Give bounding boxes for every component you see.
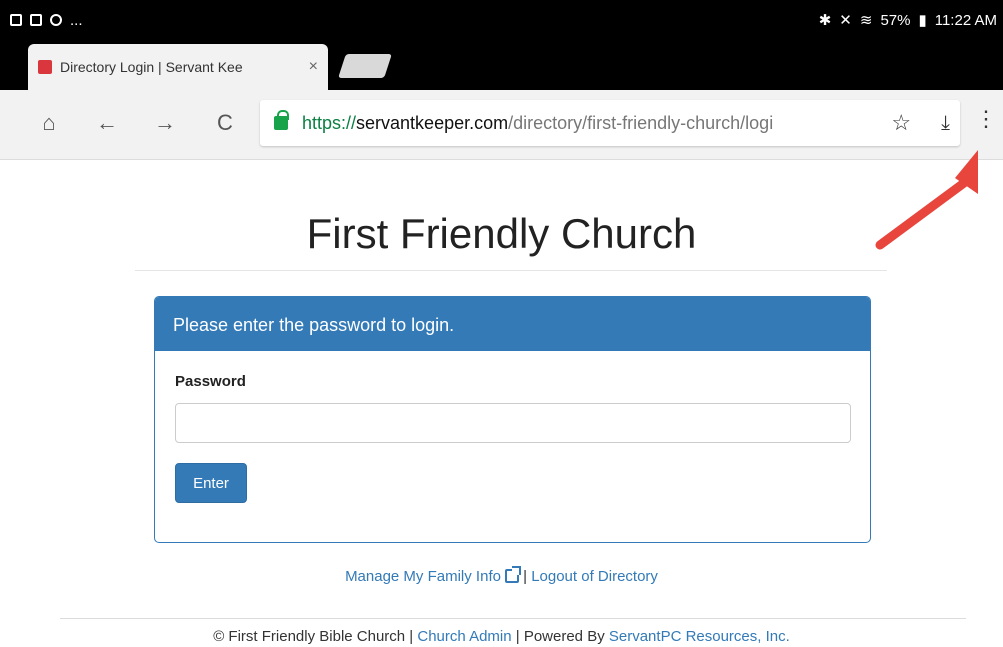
sync-icon <box>50 14 62 26</box>
bluetooth-icon: ✱ <box>818 12 832 29</box>
browser-toolbar: ⌂ ← → C https:// servantkeeper.com /dire… <box>0 90 1003 160</box>
battery-level: 57% <box>880 11 911 29</box>
panel-heading: Please enter the password to login. <box>155 297 870 351</box>
url-scheme: https:// <box>302 112 357 133</box>
tab-directory-login[interactable]: Directory Login | Servant Kee × <box>28 44 328 90</box>
footer-powered-by: | Powered By <box>511 628 609 645</box>
tab-strip: Directory Login | Servant Kee × <box>0 40 1003 90</box>
forward-icon[interactable]: → <box>150 110 180 136</box>
reload-icon[interactable]: C <box>210 110 240 136</box>
manage-family-link[interactable]: Manage My Family Info <box>345 568 501 585</box>
footer: © First Friendly Bible Church | Church A… <box>0 628 1003 645</box>
battery-icon: ▮ <box>918 12 927 29</box>
mute-icon: ✕ <box>839 12 852 29</box>
footer-divider <box>60 618 966 619</box>
password-field[interactable] <box>175 403 851 443</box>
enter-button[interactable]: Enter <box>175 463 247 503</box>
url-path: /directory/first-friendly-church/logi <box>508 112 774 133</box>
status-bar: ... ✱ ✕ ≋ 57% ▮ 11:22 AM <box>0 0 1003 40</box>
download-icon[interactable]: ⤓ <box>941 112 950 135</box>
new-tab-button[interactable] <box>338 54 392 78</box>
login-panel: Please enter the password to login. Pass… <box>154 296 871 543</box>
app-icon <box>30 14 42 26</box>
servantpc-link[interactable]: ServantPC Resources, Inc. <box>609 628 790 645</box>
family-links: Manage My Family Info | Logout of Direct… <box>0 566 1003 585</box>
clock: 11:22 AM <box>934 11 997 29</box>
external-link-icon <box>504 566 521 583</box>
lock-icon <box>274 110 289 130</box>
back-icon[interactable]: ← <box>92 110 122 136</box>
url-host: servantkeeper.com <box>356 112 509 133</box>
bookmark-star-icon[interactable]: ☆ <box>891 110 911 136</box>
status-left: ... <box>10 12 83 29</box>
logout-link[interactable]: Logout of Directory <box>531 568 658 585</box>
favicon-icon <box>38 60 52 74</box>
notification-icon <box>10 14 22 26</box>
status-right: ✱ ✕ ≋ 57% ▮ 11:22 AM <box>818 11 997 30</box>
more-notifications: ... <box>70 11 83 29</box>
signal-icon: ≋ <box>859 12 873 29</box>
password-label: Password <box>175 373 246 390</box>
church-admin-link[interactable]: Church Admin <box>417 628 511 645</box>
home-icon[interactable]: ⌂ <box>34 110 64 136</box>
tab-close-icon[interactable]: × <box>309 58 318 76</box>
address-bar[interactable]: https:// servantkeeper.com /directory/fi… <box>260 100 960 146</box>
tab-title: Directory Login | Servant Kee <box>60 59 243 75</box>
page-title: First Friendly Church <box>306 210 697 257</box>
footer-copyright: © First Friendly Bible Church | <box>213 628 418 645</box>
title-divider <box>135 270 887 271</box>
menu-icon[interactable]: ⋮ <box>975 108 997 130</box>
